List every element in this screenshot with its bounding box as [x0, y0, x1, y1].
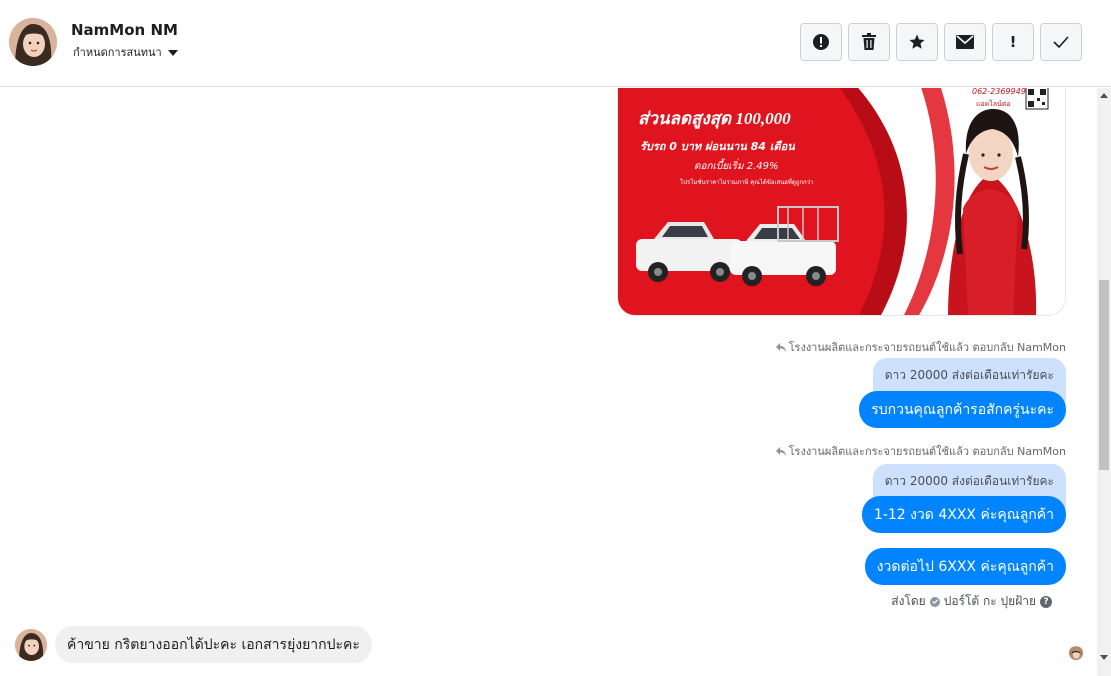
delete-button[interactable] — [848, 23, 890, 61]
reply-indicator: โรงงานผลิตและกระจายรถยนต์ใช้แล้ว ตอบกลับ… — [775, 442, 1066, 460]
message-thread[interactable]: 062-2369949 แอดไลน์ต่อ ส่วนลดสูงสุด 100,… — [0, 88, 1097, 676]
message-scrollbar[interactable] — [1097, 88, 1111, 676]
mark-spam-button[interactable] — [800, 23, 842, 61]
star-icon — [909, 34, 925, 49]
reply-arrow-icon — [775, 342, 786, 352]
help-icon[interactable]: ? — [1040, 595, 1052, 608]
trash-icon — [862, 33, 876, 50]
alert-circle-icon — [813, 34, 829, 50]
sent-by-name[interactable]: ปอร์โต้ กะ ปุยฝ้าย — [944, 592, 1036, 611]
incoming-message[interactable]: ค้าขาย กริตยางออกได้ปะคะ เอกสารยุ่งยากปะ… — [55, 626, 372, 663]
reply-indicator-text: โรงงานผลิตและกระจายรถยนต์ใช้แล้ว ตอบกลับ… — [788, 341, 1066, 354]
conversation-settings-label: กำหนดการสนทนา — [73, 46, 162, 59]
checkmark-icon — [1053, 36, 1069, 48]
outgoing-message[interactable]: 1-12 งวด 4XXX ค่ะคุณลูกค้า — [861, 496, 1066, 533]
promo-image-attachment[interactable]: 062-2369949 แอดไลน์ต่อ ส่วนลดสูงสุด 100,… — [617, 88, 1066, 316]
promo-phone: 062-2369949 — [972, 88, 1026, 96]
reply-indicator: โรงงานผลิตและกระจายรถยนต์ใช้แล้ว ตอบกลับ… — [775, 338, 1066, 356]
reply-indicator-text: โรงงานผลิตและกระจายรถยนต์ใช้แล้ว ตอบกลับ… — [788, 445, 1066, 458]
star-button[interactable] — [896, 23, 938, 61]
scrollbar-thumb[interactable] — [1099, 280, 1109, 470]
promo-line-label: แอดไลน์ต่อ — [976, 100, 1011, 108]
scroll-down-arrow-icon[interactable] — [1100, 655, 1108, 660]
exclamation-icon: ! — [1009, 33, 1017, 51]
seen-indicator-avatar — [1069, 646, 1083, 660]
reply-arrow-icon — [775, 446, 786, 456]
done-button[interactable] — [1040, 23, 1082, 61]
contact-name[interactable]: NamMon NM — [71, 21, 178, 39]
sender-avatar[interactable] — [15, 628, 47, 661]
caret-down-icon — [167, 49, 178, 56]
promo-interest: ดอกเบี้ยเริ่ม 2.49% — [694, 161, 779, 172]
envelope-icon — [956, 35, 974, 49]
sent-by-info: ส่งโดย ปอร์โต้ กะ ปุยฝ้าย ? — [891, 592, 1052, 611]
incoming-message-row: ค้าขาย กริตยางออกได้ปะคะ เอกสารยุ่งยากปะ… — [15, 626, 372, 663]
promo-discount: ส่วนลดสูงสุด 100,000 — [638, 109, 791, 128]
contact-avatar[interactable] — [9, 18, 57, 66]
header-actions: ! — [800, 23, 1082, 61]
verified-badge-icon — [929, 596, 940, 607]
important-button[interactable]: ! — [992, 23, 1034, 61]
scroll-up-arrow-icon[interactable] — [1100, 93, 1108, 98]
promo-down-payment: รับรถ 0 บาท ผ่อนนาน 84 เดือน — [640, 140, 795, 153]
outgoing-message[interactable]: งวดต่อไป 6XXX ค่ะคุณลูกค้า — [864, 548, 1066, 585]
outgoing-message[interactable]: รบกวนคุณลูกค้ารอสักครู่นะคะ — [859, 391, 1066, 428]
promo-fine-print: โปรโมชั่นราคาไม่รวมภาษี คุณได้ข้อเสนอที่… — [680, 179, 814, 186]
conversation-settings-dropdown[interactable]: กำหนดการสนทนา — [73, 43, 178, 61]
sent-by-label: ส่งโดย — [891, 594, 926, 608]
conversation-header: NamMon NM กำหนดการสนทนา ! — [0, 0, 1111, 87]
mark-unread-button[interactable] — [944, 23, 986, 61]
